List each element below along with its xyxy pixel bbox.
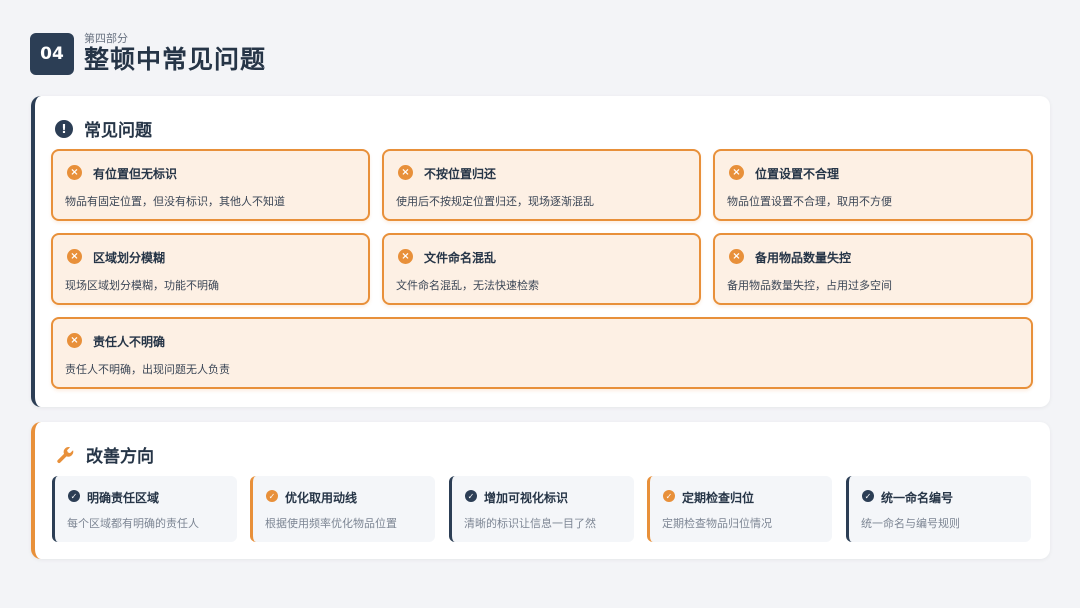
section-subtitle: 第四部分	[84, 32, 128, 45]
improvement-desc: 清晰的标识让信息一目了然	[464, 517, 596, 530]
problem-card: × 有位置但无标识 物品有固定位置，但没有标识，其他人不知道	[51, 149, 370, 221]
check-circle-icon: ✓	[663, 490, 675, 502]
problem-desc: 备用物品数量失控，占用过多空间	[727, 279, 892, 292]
problem-title: 有位置但无标识	[93, 167, 178, 181]
problem-title: 责任人不明确	[93, 335, 166, 349]
problem-card: × 不按位置归还 使用后不按规定位置归还，现场逐渐混乱	[382, 149, 701, 221]
improvement-card: ✓ 统一命名编号 统一命名与编号规则	[846, 476, 1031, 542]
improvements-panel: 改善方向 ✓ 明确责任区域 每个区域都有明确的责任人 ✓ 优化取用动线 根据使用…	[31, 422, 1050, 559]
section-header: 04 第四部分 整顿中常见问题	[30, 33, 266, 75]
improvement-title: 统一命名编号	[881, 491, 954, 505]
problems-heading: ! 常见问题	[55, 116, 152, 141]
check-circle-icon: ✓	[465, 490, 477, 502]
page-title: 整顿中常见问题	[84, 45, 267, 74]
improvement-card: ✓ 优化取用动线 根据使用频率优化物品位置	[250, 476, 435, 542]
close-circle-icon: ×	[67, 165, 82, 180]
improvement-card: ✓ 明确责任区域 每个区域都有明确的责任人	[52, 476, 237, 542]
close-circle-icon: ×	[398, 165, 413, 180]
close-circle-icon: ×	[729, 165, 744, 180]
problem-card: × 责任人不明确 责任人不明确，出现问题无人负责	[51, 317, 1033, 389]
improvement-title: 定期检查归位	[682, 491, 755, 505]
problem-title: 文件命名混乱	[424, 251, 497, 265]
close-circle-icon: ×	[67, 249, 82, 264]
improvement-title: 增加可视化标识	[484, 491, 569, 505]
improvement-desc: 统一命名与编号规则	[861, 517, 960, 530]
check-circle-icon: ✓	[862, 490, 874, 502]
problem-desc: 责任人不明确，出现问题无人负责	[65, 363, 230, 376]
section-number-badge: 04	[30, 33, 74, 75]
problem-title: 备用物品数量失控	[755, 251, 852, 265]
problem-desc: 使用后不按规定位置归还，现场逐渐混乱	[396, 195, 594, 208]
close-circle-icon: ×	[67, 333, 82, 348]
problem-card: × 备用物品数量失控 备用物品数量失控，占用过多空间	[713, 233, 1033, 305]
problem-title: 不按位置归还	[424, 167, 497, 181]
problem-desc: 物品位置设置不合理，取用不方便	[727, 195, 892, 208]
exclamation-icon: !	[55, 119, 73, 138]
improvement-desc: 定期检查物品归位情况	[662, 517, 772, 530]
problem-card: × 位置设置不合理 物品位置设置不合理，取用不方便	[713, 149, 1033, 221]
close-circle-icon: ×	[398, 249, 413, 264]
improvement-card: ✓ 增加可视化标识 清晰的标识让信息一目了然	[449, 476, 634, 542]
problems-title: 常见问题	[84, 121, 152, 141]
problem-desc: 物品有固定位置，但没有标识，其他人不知道	[65, 195, 285, 208]
wrench-icon	[57, 446, 74, 463]
title-block: 第四部分 整顿中常见问题	[84, 33, 266, 75]
problem-title: 区域划分模糊	[93, 251, 166, 265]
problems-panel: ! 常见问题 × 有位置但无标识 物品有固定位置，但没有标识，其他人不知道 × …	[31, 96, 1050, 407]
improvement-card: ✓ 定期检查归位 定期检查物品归位情况	[647, 476, 832, 542]
check-circle-icon: ✓	[68, 490, 80, 502]
improvement-desc: 根据使用频率优化物品位置	[265, 517, 397, 530]
problem-title: 位置设置不合理	[755, 167, 840, 181]
problem-desc: 现场区域划分模糊，功能不明确	[65, 279, 219, 292]
problem-desc: 文件命名混乱，无法快速检索	[396, 279, 539, 292]
improvements-heading: 改善方向	[55, 442, 154, 467]
check-circle-icon: ✓	[266, 490, 278, 502]
problem-card: × 文件命名混乱 文件命名混乱，无法快速检索	[382, 233, 701, 305]
improvements-title: 改善方向	[86, 447, 154, 467]
improvement-title: 优化取用动线	[285, 491, 358, 505]
improvement-desc: 每个区域都有明确的责任人	[67, 517, 199, 530]
close-circle-icon: ×	[729, 249, 744, 264]
improvement-title: 明确责任区域	[87, 491, 160, 505]
problem-card: × 区域划分模糊 现场区域划分模糊，功能不明确	[51, 233, 370, 305]
